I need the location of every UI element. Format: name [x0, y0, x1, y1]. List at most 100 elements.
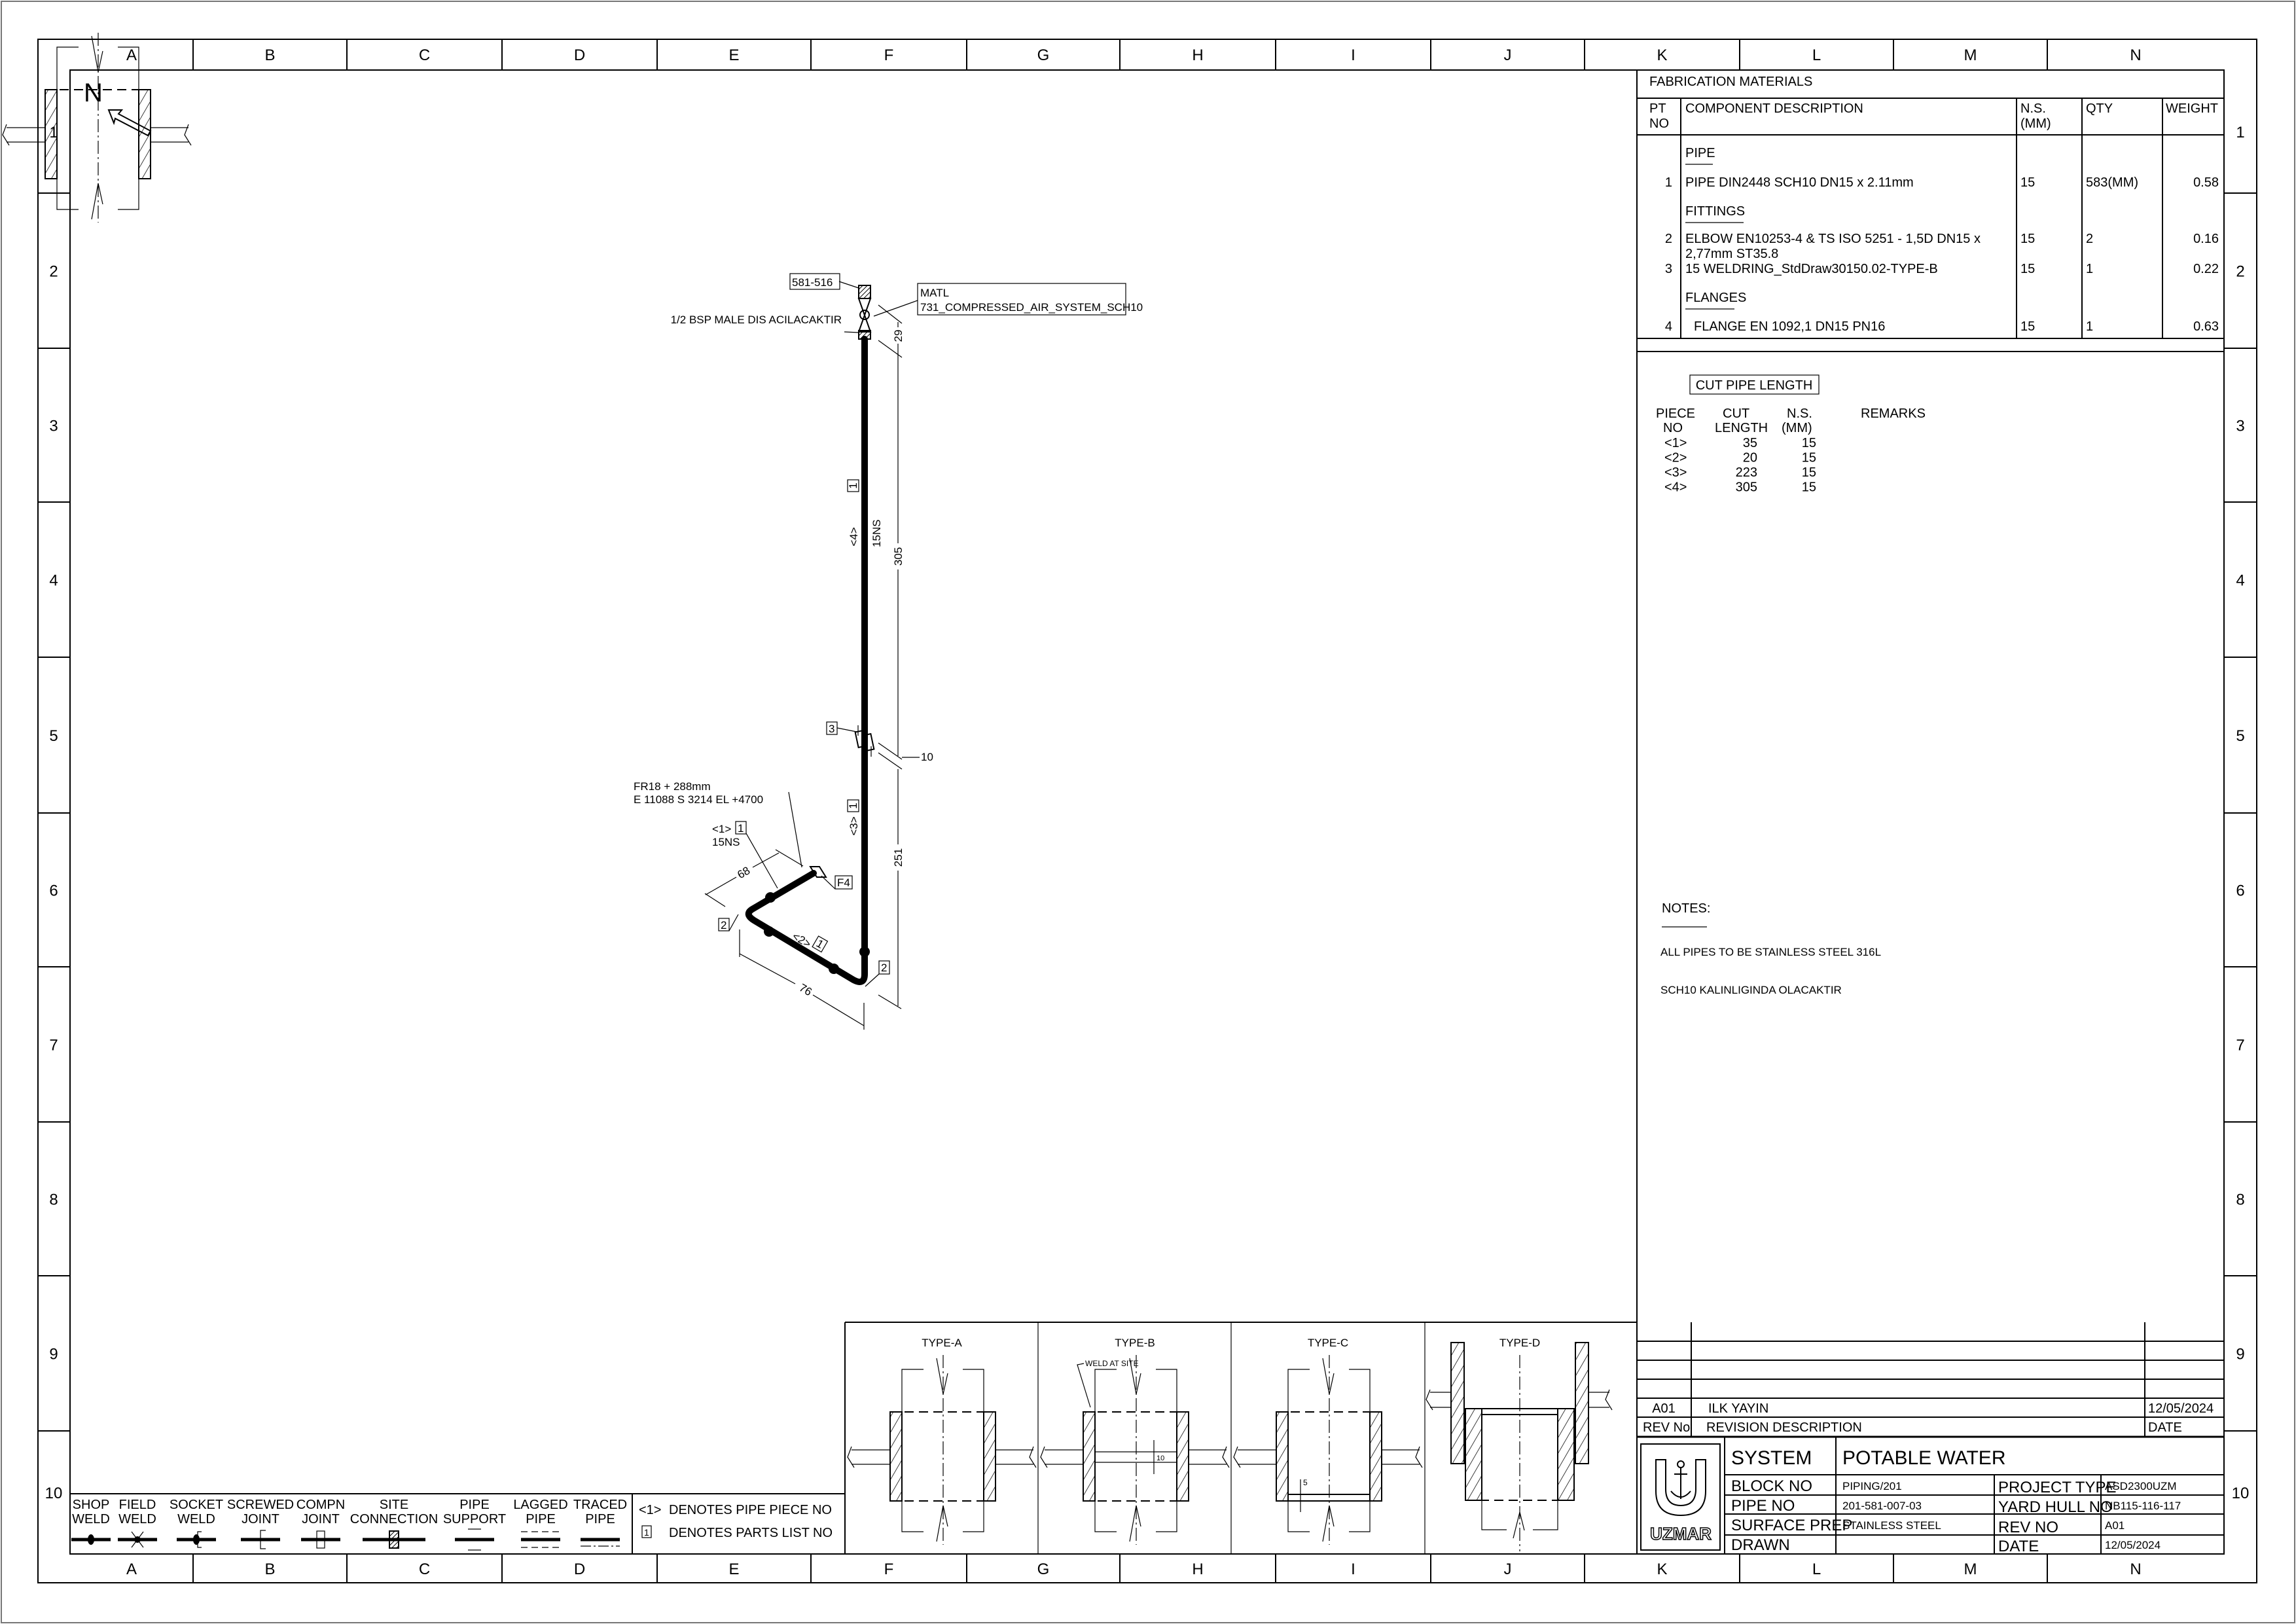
grid-row-label: 9 [2236, 1346, 2244, 1363]
legend-label: LAGGED [513, 1498, 567, 1512]
detail-type-b: 10 WELD AT SITE TYPE-B [1040, 1337, 1230, 1545]
cut-piece-no: <2> [1664, 451, 1687, 465]
cut-ns: 15 [1802, 465, 1816, 480]
cut-header-no: NO [1663, 421, 1683, 435]
dim-10: 10 [921, 751, 933, 763]
legend-label: PIPE [585, 1512, 615, 1526]
grid-row-label: 3 [49, 418, 58, 435]
bom-description-cont: 2,77mm ST35.8 [1685, 247, 1778, 261]
location-line-1: FR18 + 288mm [634, 780, 711, 793]
type-b-weld-note: WELD AT SITE [1085, 1359, 1139, 1368]
legend-item: LAGGEDPIPE [513, 1498, 568, 1548]
legend-label: JOINT [302, 1512, 340, 1526]
notes-title: NOTES: [1662, 901, 1710, 916]
bom-description: 15 WELDRING_StdDraw30150.02-TYPE-B [1685, 262, 1938, 276]
pipe-no-value: 201-581-007-03 [1842, 1500, 1922, 1512]
grid-row-label: 7 [2236, 1037, 2244, 1055]
legend-label: PIPE [459, 1498, 490, 1512]
weldring-part-no: 3 [829, 723, 834, 735]
piece-1-size: 15NS [712, 836, 740, 848]
grid-row-label: 9 [49, 1346, 58, 1363]
legend-item: SCREWEDJOINT [227, 1498, 294, 1549]
grid-row-label: 8 [2236, 1191, 2244, 1209]
grid-column-label: A [126, 1561, 137, 1578]
matl-spec: 731_COMPRESSED_AIR_SYSTEM_SCH10 [920, 301, 1143, 314]
legend-label: SITE [380, 1498, 408, 1512]
grid-column-label: H [1192, 46, 1203, 64]
cut-ns: 15 [1802, 480, 1816, 495]
cut-length: 20 [1743, 451, 1757, 465]
dimension-lines [704, 304, 920, 1030]
cut-length: 35 [1743, 436, 1757, 450]
rev-no-label: REV NO [1998, 1519, 2058, 1536]
legend-parts-note: DENOTES PARTS LIST NO [669, 1526, 833, 1540]
note-line: ALL PIPES TO BE STAINLESS STEEL 316L [1660, 946, 1881, 958]
grid-column-label: N [2130, 1561, 2141, 1578]
grid-column-label: E [728, 46, 739, 64]
piece-4-label: <4> [848, 527, 860, 546]
leader-lines [728, 281, 918, 987]
connection-tag: 581-516 [792, 276, 833, 289]
elbow-part-no-right: 2 [881, 962, 887, 974]
matl-label: MATL [920, 287, 949, 299]
grid-row-label: 10 [45, 1485, 63, 1502]
date-value: 12/05/2024 [2105, 1539, 2161, 1551]
grid-row-label: 2 [49, 263, 58, 281]
legend-piece-symbol: <1> [639, 1503, 661, 1517]
grid-row-label: 1 [2236, 124, 2244, 141]
symbol-legend: SHOPWELDFIELDWELDSOCKETWELDSCREWEDJOINTC… [70, 1493, 845, 1554]
logo-text: UZMAR [1650, 1524, 1712, 1543]
legend-label: SOCKET [170, 1498, 223, 1512]
cut-pipe-row: <4> 305 15 [1664, 480, 1816, 495]
piece-4-part-no: 1 [847, 482, 859, 488]
dim-251: 251 [892, 848, 905, 867]
bom-qty: 1 [2086, 319, 2093, 334]
grid-column-label: C [419, 46, 430, 64]
cut-header-piece: PIECE [1656, 406, 1695, 421]
cut-piece-no: <1> [1664, 436, 1687, 450]
system-label: SYSTEM [1731, 1447, 1812, 1469]
grid-column-label: B [264, 1561, 275, 1578]
system-value: POTABLE WATER [1842, 1447, 2005, 1469]
revision-header-description: REVISION DESCRIPTION [1706, 1420, 1862, 1435]
bom-weight: 0.58 [2193, 175, 2219, 190]
grid-column-label: E [728, 1561, 739, 1578]
bom-description: FLANGE EN 1092,1 DN15 PN16 [1694, 319, 1885, 334]
grid-column-label: K [1657, 1561, 1667, 1578]
note-line: SCH10 KALINLIGINDA OLACAKTIR [1660, 984, 1842, 996]
grid-column-label: J [1504, 46, 1512, 64]
dim-68: 68 [735, 864, 752, 881]
piece-4-size: 15NS [870, 519, 883, 547]
legend-label: FIELD [119, 1498, 156, 1512]
grid-row-label: 2 [2236, 263, 2244, 281]
grid-column-label: M [1964, 46, 1977, 64]
piece-1-part-no: 1 [738, 822, 744, 835]
grid-row-label: 3 [2236, 418, 2244, 435]
bom-header-no: NO [1649, 117, 1669, 131]
type-a-title: TYPE-A [922, 1337, 962, 1349]
cut-ns: 15 [1802, 451, 1816, 465]
revision-row: A01 ILK YAYIN 12/05/2024 [1652, 1401, 2214, 1416]
date-label: DATE [1998, 1538, 2039, 1555]
grid-column-label: A [126, 46, 137, 64]
grid-row-label: 7 [49, 1037, 58, 1055]
uzmar-logo: UZMAR [1640, 1443, 1721, 1551]
drawn-label: DRAWN [1731, 1536, 1790, 1554]
bom-section-pipe: PIPE [1685, 146, 1715, 160]
grid-row-label: 4 [49, 572, 58, 590]
weldring-details: TYPE-A 10 WELD AT SITE TYPE-B 5 TYPE-C T… [2, 33, 1637, 1554]
grid-column-label: F [884, 46, 894, 64]
surface-prep-value: STAINLESS STEEL [1842, 1519, 1941, 1532]
grid-column-label: G [1037, 46, 1050, 64]
cut-pipe-row: <3> 223 15 [1664, 465, 1816, 480]
bom-pt: 2 [1665, 232, 1672, 246]
piece-3-label: <3> [848, 816, 860, 835]
grid-column-label: C [419, 1561, 430, 1578]
bom-pt: 1 [1665, 175, 1672, 190]
grid-column-label: H [1192, 1561, 1203, 1578]
legend-label: COMPN [296, 1498, 345, 1512]
bom-row: 4 FLANGE EN 1092,1 DN15 PN16 15 1 0.63 [1665, 319, 2219, 334]
bom-weight: 0.63 [2193, 319, 2219, 334]
legend-item: PIPESUPPORT [443, 1498, 506, 1551]
legend-piece-note: DENOTES PIPE PIECE NO [669, 1503, 832, 1517]
